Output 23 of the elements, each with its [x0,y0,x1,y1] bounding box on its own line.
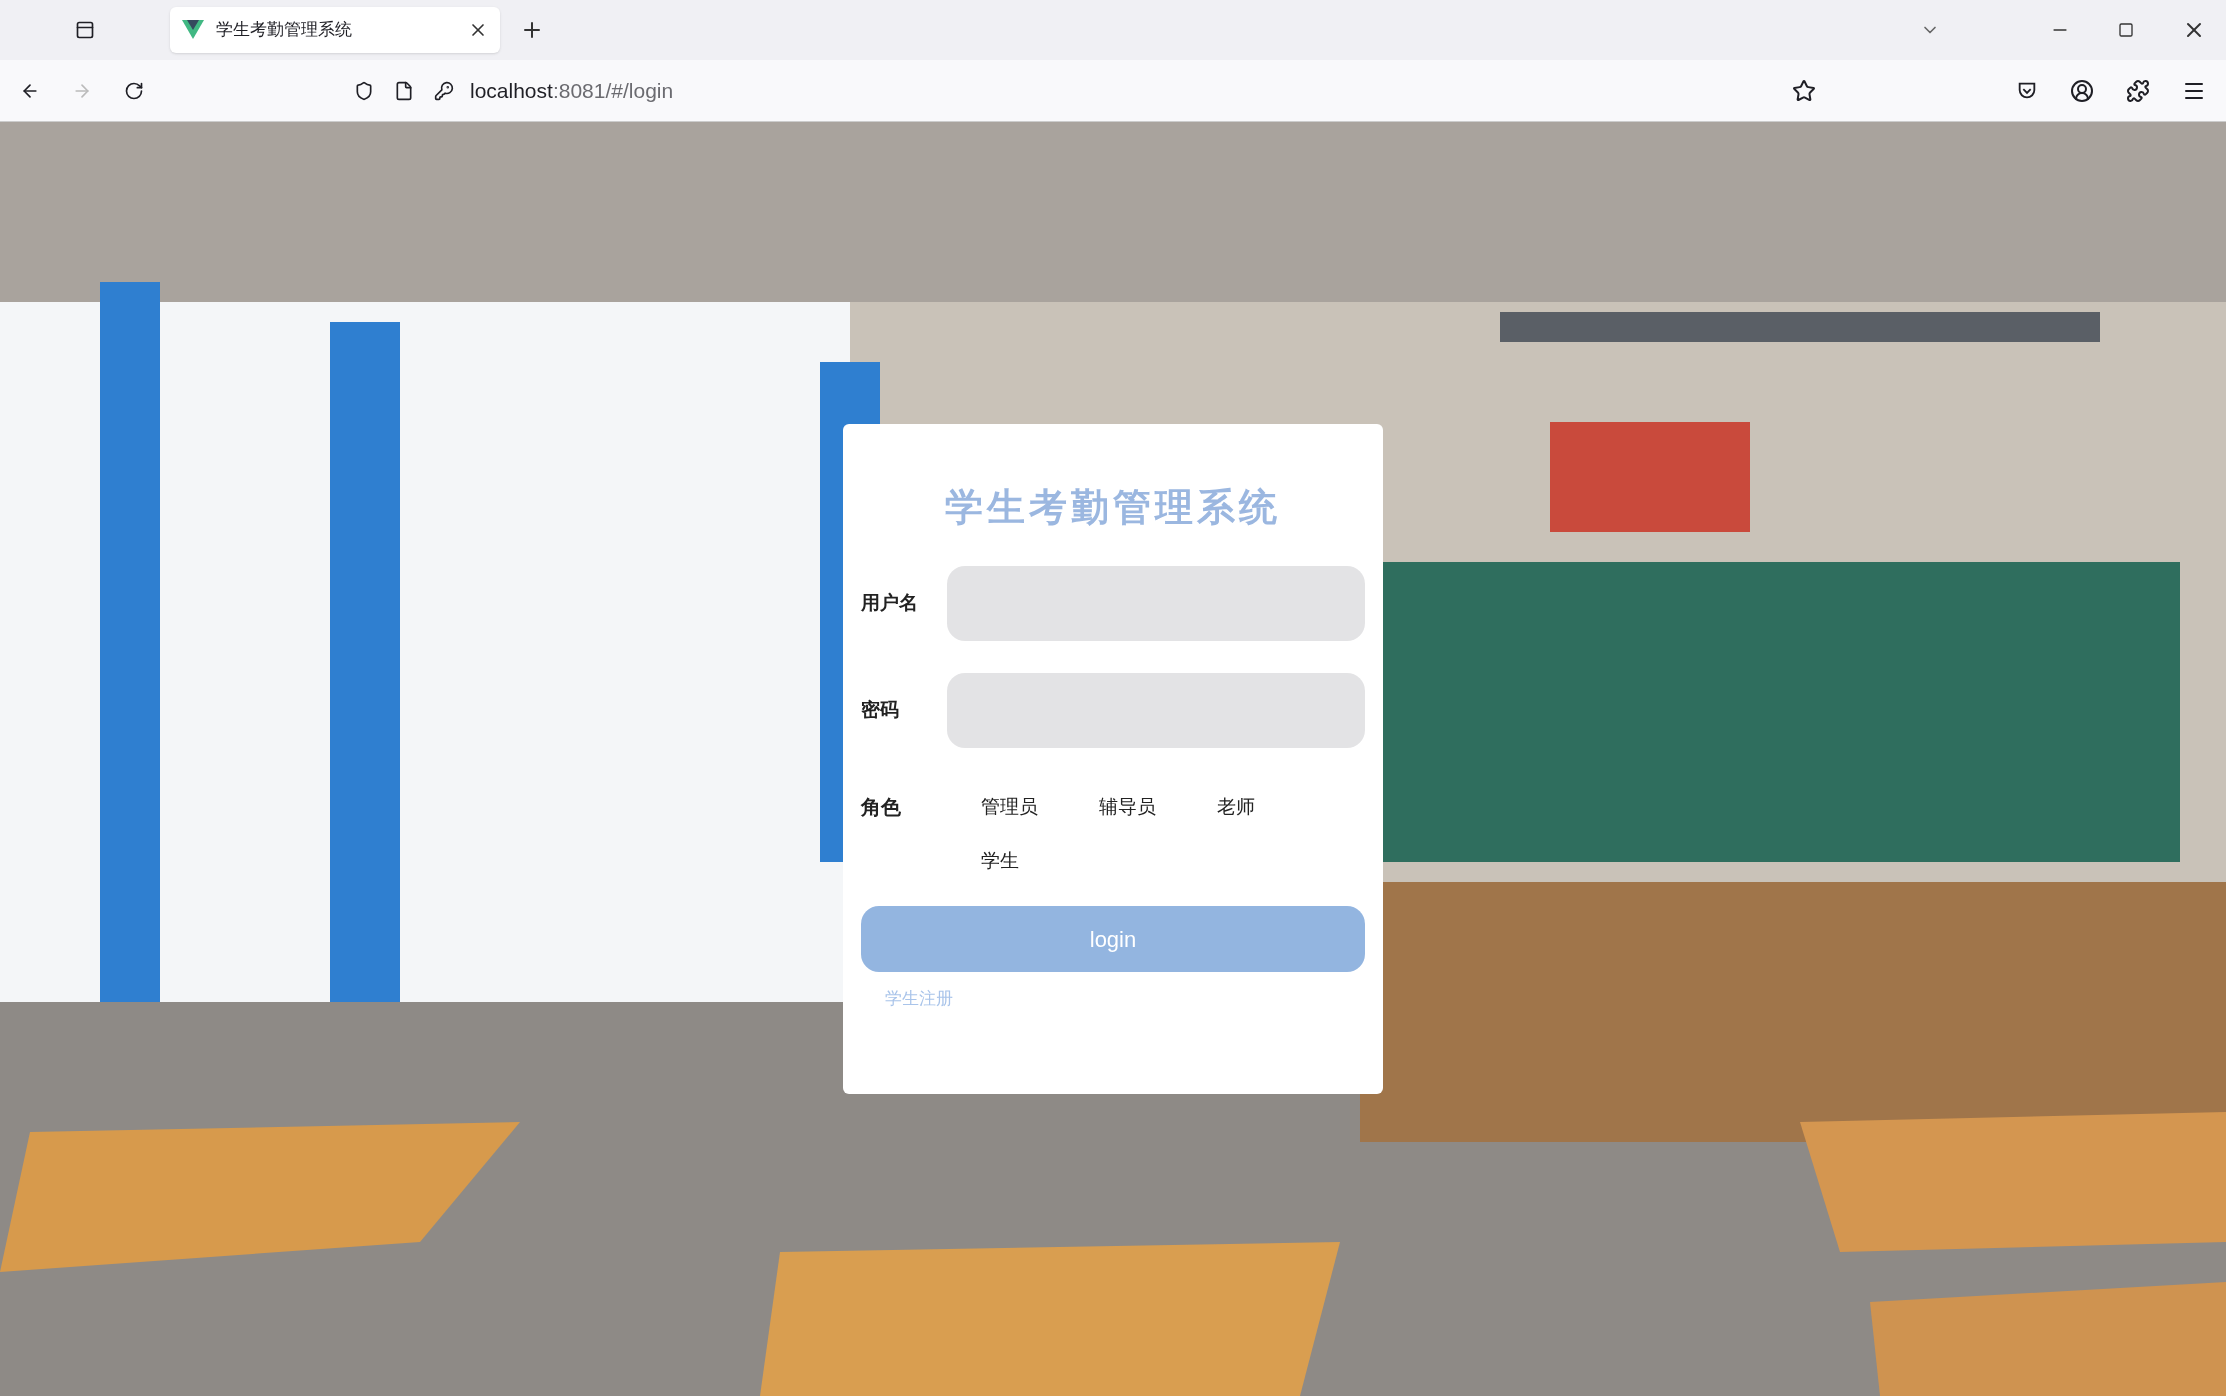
field-label: 用户名 [861,591,919,616]
role-option[interactable]: 学生 [981,846,1099,876]
reload-icon[interactable] [124,80,144,101]
browser-tab[interactable]: 学生考勤管理系统 [170,7,500,53]
tab-list-icon[interactable] [75,20,95,40]
field-label: 密码 [861,698,900,723]
role-label: 角色 [861,795,902,820]
key-icon[interactable] [434,80,454,101]
address-field[interactable]: localhost:8081/#/login [470,74,1792,107]
account-icon[interactable] [2070,78,2094,103]
star-icon[interactable] [1792,78,1816,103]
logo-icon [182,20,204,40]
role-option[interactable]: 老师 [1217,792,1335,822]
tab-title: 学生考勤管理系统 [216,19,353,42]
role-option[interactable]: 辅导员 [1099,792,1217,822]
page-icon[interactable] [394,80,414,101]
input-field[interactable] [947,566,1365,641]
login-title: 学生考勤管理系统 [944,484,1282,531]
shield-icon[interactable] [354,80,374,101]
role-option[interactable]: 管理员 [981,792,1099,822]
input-field[interactable] [947,673,1365,748]
extensions-icon[interactable] [2126,78,2150,103]
maximize-icon[interactable] [2118,22,2134,38]
